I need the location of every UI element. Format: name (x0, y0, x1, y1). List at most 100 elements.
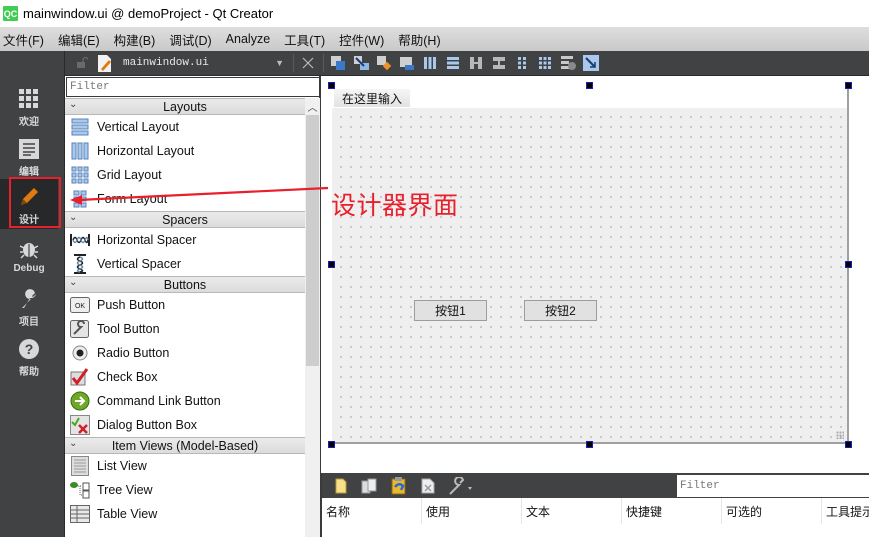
central-widget[interactable]: 按钮1 按钮2 (332, 108, 847, 442)
close-document-icon[interactable] (297, 53, 318, 74)
command-link-icon (69, 391, 91, 411)
new-action-icon[interactable] (330, 475, 351, 496)
document-icon (19, 136, 39, 162)
tree-view-icon (69, 480, 91, 500)
menu-analyze[interactable]: Analyze (223, 32, 276, 46)
category-layouts[interactable]: ⌄ Layouts (65, 98, 305, 115)
resize-handle[interactable] (328, 82, 335, 89)
widget-tree-view[interactable]: Tree View (65, 478, 305, 502)
widget-list-scrollbar[interactable]: ︿ (305, 98, 320, 537)
widget-check-box[interactable]: Check Box (65, 365, 305, 389)
column-header-checkable[interactable]: 可选的 (722, 498, 822, 524)
category-label: Layouts (163, 99, 207, 114)
type-here-menu-placeholder[interactable]: 在这里输入 (334, 89, 411, 107)
widget-horizontal-spacer[interactable]: Horizontal Spacer (65, 228, 305, 252)
scrollbar-thumb[interactable] (306, 115, 319, 366)
column-header-name[interactable]: 名称 (322, 498, 422, 524)
column-header-shortcut[interactable]: 快捷键 (622, 498, 722, 524)
resize-handle[interactable] (328, 441, 335, 448)
resize-handle[interactable] (328, 261, 335, 268)
menu-help[interactable]: 帮助(H) (395, 30, 446, 49)
menu-file[interactable]: 文件(F) (0, 30, 50, 49)
action-table-body (322, 524, 869, 537)
resize-handle[interactable] (845, 82, 852, 89)
mode-welcome[interactable]: 欢迎 (0, 81, 58, 131)
layout-horizontal-splitter-icon[interactable] (465, 53, 486, 74)
size-grip-icon[interactable] (836, 431, 844, 439)
widget-command-link-button[interactable]: Command Link Button (65, 389, 305, 413)
category-item-views[interactable]: ⌄ Item Views (Model-Based) (65, 437, 305, 454)
widget-tool-button[interactable]: Tool Button (65, 317, 305, 341)
widget-radio-button[interactable]: Radio Button (65, 341, 305, 365)
mode-label: Debug (13, 263, 45, 274)
paste-action-icon[interactable] (388, 475, 409, 496)
widget-label: Dialog Button Box (97, 418, 198, 432)
mode-edit[interactable]: 编辑 (0, 131, 58, 181)
svg-text:OK: OK (75, 303, 85, 310)
mode-label: 编辑 (19, 167, 39, 178)
layout-form-icon[interactable] (511, 53, 532, 74)
widget-grid-layout[interactable]: Grid Layout (65, 163, 305, 187)
window-title: mainwindow.ui @ demoProject - Qt Creator (23, 6, 274, 21)
toolbar-separator (323, 54, 324, 72)
widget-vertical-layout[interactable]: Vertical Layout (65, 115, 305, 139)
copy-action-icon[interactable] (359, 475, 380, 496)
resize-handle[interactable] (586, 82, 593, 89)
chevron-up-icon[interactable]: ︿ (305, 98, 320, 115)
action-table-header: 名称 使用 文本 快捷键 可选的 工具提示 (322, 498, 869, 524)
push-button-1[interactable]: 按钮1 (414, 300, 487, 321)
mode-selector: 欢迎 编辑 设计 Debug 项目 ? 帮助 (0, 51, 65, 537)
design-mode-highlight-box (9, 177, 61, 228)
menu-widgets[interactable]: 控件(W) (336, 30, 390, 49)
widget-label: Command Link Button (97, 394, 221, 408)
delete-action-icon[interactable] (417, 475, 438, 496)
menu-bar: 文件(F) 编辑(E) 构建(B) 调试(D) Analyze 工具(T) 控件… (0, 27, 869, 51)
main-window-form[interactable]: 在这里输入 按钮1 按钮2 (332, 86, 849, 444)
menu-edit[interactable]: 编辑(E) (55, 30, 106, 49)
widget-filter-input[interactable]: Filter (66, 77, 320, 97)
widget-label: List View (97, 459, 147, 473)
widget-label: Horizontal Layout (97, 144, 195, 158)
mode-debug[interactable]: Debug (0, 231, 58, 281)
resize-handle[interactable] (845, 261, 852, 268)
menu-debug[interactable]: 调试(D) (166, 30, 217, 49)
category-spacers[interactable]: ⌄ Spacers (65, 211, 305, 228)
column-header-text[interactable]: 文本 (522, 498, 622, 524)
open-documents-combo[interactable]: mainwindow.ui ▼ (65, 51, 290, 76)
edit-signals-slots-icon[interactable] (350, 53, 371, 74)
mode-projects[interactable]: 项目 (0, 281, 58, 331)
configure-wrench-icon[interactable] (446, 475, 476, 496)
push-button-2[interactable]: 按钮2 (524, 300, 597, 321)
menu-tools[interactable]: 工具(T) (281, 30, 331, 49)
resize-handle[interactable] (586, 441, 593, 448)
list-view-icon (69, 456, 91, 476)
category-buttons[interactable]: ⌄ Buttons (65, 276, 305, 293)
adjust-size-icon[interactable] (580, 53, 601, 74)
widget-list-view[interactable]: List View (65, 454, 305, 478)
grid-icon (19, 86, 39, 112)
break-layout-icon[interactable] (557, 53, 578, 74)
widget-form-layout[interactable]: Form Layout (65, 187, 305, 211)
category-label: Item Views (Model-Based) (111, 438, 259, 453)
widget-label: Form Layout (97, 192, 168, 206)
layout-grid-icon[interactable] (534, 53, 555, 74)
layout-vertical-splitter-icon[interactable] (488, 53, 509, 74)
widget-vertical-spacer[interactable]: Vertical Spacer (65, 252, 305, 276)
menu-build[interactable]: 构建(B) (111, 30, 162, 49)
widget-dialog-button-box[interactable]: Dialog Button Box (65, 413, 305, 437)
layout-vertical-icon[interactable] (442, 53, 463, 74)
widget-table-view[interactable]: Table View (65, 502, 305, 526)
column-header-tooltip[interactable]: 工具提示 (822, 498, 869, 524)
edit-buddies-icon[interactable] (373, 53, 394, 74)
action-filter-input[interactable]: Filter (677, 475, 869, 497)
widget-horizontal-layout[interactable]: Horizontal Layout (65, 139, 305, 163)
layout-horizontal-icon[interactable] (419, 53, 440, 74)
dropdown-arrow-icon[interactable]: ▼ (275, 58, 284, 68)
column-header-used[interactable]: 使用 (422, 498, 522, 524)
mode-help[interactable]: ? 帮助 (0, 331, 58, 381)
widget-push-button[interactable]: OK Push Button (65, 293, 305, 317)
qt-creator-logo-icon: QC (3, 6, 18, 21)
edit-tab-order-icon[interactable] (396, 53, 417, 74)
edit-widgets-icon[interactable] (327, 53, 348, 74)
resize-handle[interactable] (845, 441, 852, 448)
